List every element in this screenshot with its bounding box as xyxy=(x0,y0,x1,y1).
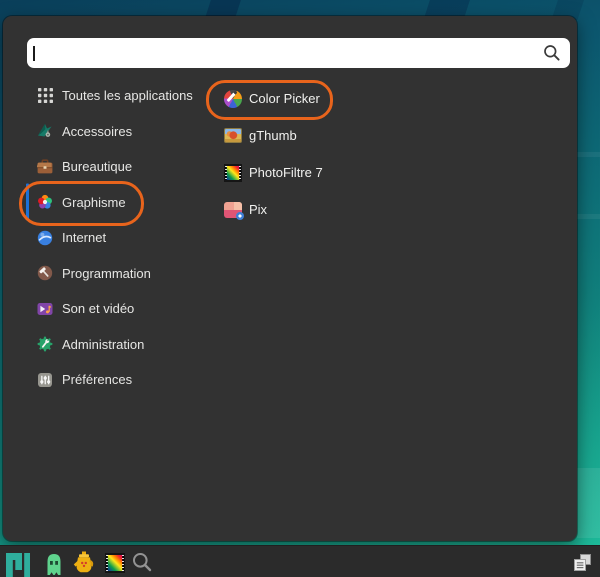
sidebar-item-label: Internet xyxy=(62,230,106,245)
sidebar-item-label: Son et vidéo xyxy=(62,301,134,316)
sidebar-item-label: Toutes les applications xyxy=(62,88,193,103)
search-icon xyxy=(543,44,561,62)
sidebar-item-label: Programmation xyxy=(62,266,151,281)
sidebar-item-toutes-les-applications[interactable]: Toutes les applications xyxy=(37,78,193,114)
media-play-note-icon xyxy=(37,301,53,317)
manjaro-menu-button[interactable] xyxy=(6,553,30,577)
wallpaper-streak xyxy=(577,468,600,538)
application-list: Color Picker gThumb PhotoFiltre 7 Pix xyxy=(224,80,323,228)
briefcase-icon xyxy=(37,159,53,175)
globe-icon xyxy=(37,230,53,246)
color-wheel-icon xyxy=(224,90,242,108)
show-desktop-button[interactable] xyxy=(574,554,591,571)
teapot-icon[interactable] xyxy=(73,551,95,575)
sidebar-item-accessoires[interactable]: Accessoires xyxy=(37,114,193,150)
grid-icon xyxy=(37,88,53,104)
wallpaper-streak xyxy=(577,152,600,157)
app-item-gthumb[interactable]: gThumb xyxy=(224,117,323,154)
gear-wrench-icon xyxy=(37,336,53,352)
sidebar-item-bureautique[interactable]: Bureautique xyxy=(37,149,193,185)
sidebar-item-label: Graphisme xyxy=(62,195,126,210)
app-item-pix[interactable]: Pix xyxy=(224,191,323,228)
photofiltre-task-icon[interactable] xyxy=(105,553,125,573)
category-list: Toutes les applications Accessoires xyxy=(37,78,193,398)
pix-picture-icon xyxy=(224,201,242,219)
search-task-icon[interactable] xyxy=(132,552,152,572)
sidebar-item-administration[interactable]: Administration xyxy=(37,327,193,363)
sidebar-item-son-et-video[interactable]: Son et vidéo xyxy=(37,291,193,327)
taskbar xyxy=(0,545,600,577)
sidebar-item-preferences[interactable]: Préférences xyxy=(37,362,193,398)
sidebar-item-graphisme[interactable]: Graphisme xyxy=(37,185,193,221)
sidebar-item-internet[interactable]: Internet xyxy=(37,220,193,256)
rainbow-filmstrip-icon xyxy=(224,164,242,182)
sidebar-item-label: Accessoires xyxy=(62,124,132,139)
app-item-label: PhotoFiltre 7 xyxy=(249,165,323,180)
search-input[interactable] xyxy=(27,38,570,68)
app-item-photofiltre-7[interactable]: PhotoFiltre 7 xyxy=(224,154,323,191)
app-item-label: Color Picker xyxy=(249,91,320,106)
sidebar-item-label: Préférences xyxy=(62,372,132,387)
app-item-color-picker[interactable]: Color Picker xyxy=(224,80,323,117)
pamac-ghost-icon[interactable] xyxy=(46,553,62,575)
sidebar-item-programmation[interactable]: Programmation xyxy=(37,256,193,292)
application-menu-panel: Toutes les applications Accessoires xyxy=(3,16,577,541)
app-item-label: gThumb xyxy=(249,128,297,143)
accessories-icon xyxy=(37,123,53,139)
wallpaper-streak xyxy=(577,214,600,219)
sidebar-item-label: Administration xyxy=(62,337,144,352)
gthumb-picture-icon xyxy=(224,127,242,145)
app-item-label: Pix xyxy=(249,202,267,217)
sidebar-item-label: Bureautique xyxy=(62,159,132,174)
text-cursor xyxy=(33,46,35,61)
sliders-icon xyxy=(37,372,53,388)
graphics-pinwheel-icon xyxy=(37,194,53,210)
hammer-icon xyxy=(37,265,53,281)
